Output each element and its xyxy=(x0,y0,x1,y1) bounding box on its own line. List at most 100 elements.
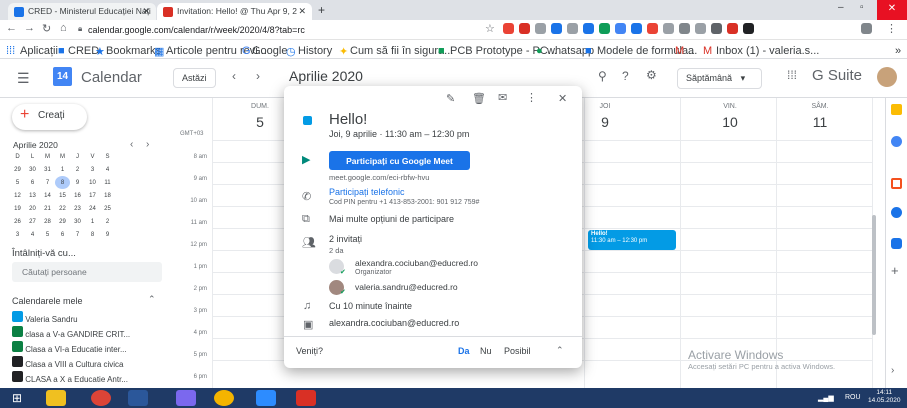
expand-panel-icon[interactable]: › xyxy=(891,365,894,376)
main-menu-icon[interactable]: ☰ xyxy=(17,70,30,87)
bookmark[interactable]: History xyxy=(298,45,332,57)
close-tab-icon[interactable]: ✕ xyxy=(142,6,150,17)
wifi-icon[interactable]: ▂▄▆ xyxy=(818,394,834,402)
tab-cred[interactable]: CRED - Ministerul Educației Nați ✕ xyxy=(8,3,156,20)
bookmark[interactable]: Google xyxy=(252,45,287,57)
taskbar-clock[interactable]: 14:11 14.05.2020 xyxy=(868,389,901,405)
app-icon[interactable] xyxy=(176,390,196,406)
extension-icon[interactable] xyxy=(535,23,546,34)
today-button[interactable]: Astăzi xyxy=(173,68,216,88)
new-tab-icon[interactable]: + xyxy=(318,3,325,17)
extension-icon[interactable] xyxy=(727,23,738,34)
calendar-list-item[interactable]: Clasa a VI-a Educatie inter... xyxy=(12,341,172,356)
bookmark[interactable]: Bookmarks xyxy=(106,45,161,57)
reload-icon[interactable]: ↻ xyxy=(42,22,51,35)
extension-icon[interactable] xyxy=(663,23,674,34)
extension-icon[interactable] xyxy=(695,23,706,34)
url-field[interactable]: calendar.google.com/calendar/r/week/2020… xyxy=(88,23,448,38)
chrome-icon[interactable] xyxy=(214,390,234,406)
minimize-icon[interactable]: – xyxy=(838,2,844,13)
chevron-up-icon[interactable]: ⌃ xyxy=(148,294,156,305)
browser-menu-icon[interactable]: ⋮ xyxy=(886,22,897,35)
extension-icon[interactable] xyxy=(711,23,722,34)
extension-icon[interactable] xyxy=(631,23,642,34)
file-explorer-icon[interactable] xyxy=(46,390,66,406)
checkbox-checked-icon[interactable] xyxy=(12,341,23,352)
star-icon[interactable]: ☆ xyxy=(485,22,495,35)
calendar-list-item[interactable]: Clasa a VIII a Cultura civica xyxy=(12,356,172,371)
edit-pencil-icon[interactable]: ✎ xyxy=(446,92,455,105)
settings-gear-icon[interactable]: ⚙ xyxy=(646,68,657,82)
chevron-up-icon[interactable]: ⌃ xyxy=(556,345,564,356)
extension-icon[interactable] xyxy=(583,23,594,34)
account-avatar[interactable] xyxy=(877,67,897,87)
extension-icon[interactable] xyxy=(647,23,658,34)
bookmark[interactable]: Inbox (1) - valeria.s... xyxy=(716,45,819,57)
calendar-list-item[interactable]: Valeria Sandru xyxy=(12,311,172,326)
extension-icon[interactable] xyxy=(519,23,530,34)
app-icon[interactable] xyxy=(296,390,316,406)
checkbox-checked-icon[interactable] xyxy=(12,326,23,337)
next-week-icon[interactable]: › xyxy=(256,69,260,83)
organizer-email[interactable]: alexandra.cociuban@educred.ro xyxy=(355,258,478,268)
rsvp-yes-button[interactable]: Da xyxy=(458,346,470,356)
addon-icon[interactable] xyxy=(891,238,902,249)
guest-email[interactable]: valeria.sandru@educred.ro xyxy=(355,282,458,292)
apps-icon[interactable]: ⁞⁞⁞ xyxy=(6,45,15,57)
calendar-addon-icon[interactable] xyxy=(891,178,902,189)
forward-icon[interactable]: → xyxy=(24,22,35,34)
profile-avatar-icon[interactable] xyxy=(861,23,872,34)
zoom-icon[interactable] xyxy=(256,390,276,406)
add-addon-icon[interactable]: + xyxy=(891,263,899,278)
apps-grid-icon[interactable]: ⁞⁞⁞ xyxy=(787,68,797,82)
word-icon[interactable] xyxy=(128,390,148,406)
checkbox-checked-icon[interactable] xyxy=(12,371,23,382)
more-options-icon[interactable]: ⋮ xyxy=(526,91,537,104)
day-header-number[interactable]: 5 xyxy=(240,114,280,130)
prev-week-icon[interactable]: ‹ xyxy=(232,69,236,83)
extension-icon[interactable] xyxy=(599,23,610,34)
back-icon[interactable]: ← xyxy=(6,22,17,34)
checkbox-checked-icon[interactable] xyxy=(12,356,23,367)
tasks-icon[interactable] xyxy=(891,136,902,147)
join-meet-button[interactable]: Participați cu Google Meet xyxy=(329,151,470,170)
help-icon[interactable]: ? xyxy=(622,69,629,83)
keep-icon[interactable] xyxy=(891,104,902,115)
day-header-number[interactable]: 9 xyxy=(585,114,625,130)
scrollbar[interactable] xyxy=(872,215,876,335)
extension-icon[interactable] xyxy=(503,23,514,34)
mini-prev-icon[interactable]: ‹ xyxy=(130,139,133,150)
language-indicator[interactable]: ROU xyxy=(845,394,861,401)
tab-invitation[interactable]: Invitation: Hello! @ Thu Apr 9, 2 ✕ xyxy=(157,3,312,20)
rsvp-maybe-button[interactable]: Posibil xyxy=(504,346,531,356)
bookmark[interactable]: a xyxy=(688,45,694,57)
extension-icon[interactable] xyxy=(615,23,626,34)
rsvp-no-button[interactable]: Nu xyxy=(480,346,492,356)
join-by-phone-link[interactable]: Participați telefonic xyxy=(329,187,405,197)
close-window-icon[interactable]: ✕ xyxy=(877,0,907,20)
view-select[interactable]: Săptămână ▾ xyxy=(677,68,762,89)
maximize-icon[interactable]: ▫ xyxy=(860,2,864,13)
more-bookmarks-icon[interactable]: » xyxy=(895,45,901,57)
extension-icon[interactable] xyxy=(567,23,578,34)
mini-next-icon[interactable]: › xyxy=(146,139,149,150)
bookmark[interactable]: Aplicații xyxy=(20,45,58,57)
mini-day-selected[interactable]: 8 xyxy=(55,176,70,189)
meet-link[interactable]: meet.google.com/eci-rbfw-hvu xyxy=(329,173,429,182)
extension-icon[interactable] xyxy=(551,23,562,34)
more-join-options[interactable]: Mai multe opțiuni de participare xyxy=(329,214,454,224)
extension-icon[interactable] xyxy=(679,23,690,34)
close-popup-icon[interactable]: ✕ xyxy=(558,92,567,105)
home-icon[interactable]: ⌂ xyxy=(60,22,67,34)
day-header-number[interactable]: 11 xyxy=(800,114,840,130)
search-icon[interactable]: ⚲ xyxy=(598,69,607,83)
windows-start-icon[interactable]: ⊞ xyxy=(12,391,22,405)
extension-icon[interactable] xyxy=(743,23,754,34)
checkbox-checked-icon[interactable] xyxy=(12,311,23,322)
calendar-list-item[interactable]: clasa a V-a GANDIRE CRIT... xyxy=(12,326,172,341)
day-header-number[interactable]: 10 xyxy=(710,114,750,130)
delete-trash-icon[interactable]: 🗑︎ xyxy=(472,92,486,105)
calendar-list-item[interactable]: CLASA a X a Educatie Antr... xyxy=(12,371,172,386)
addon-icon[interactable] xyxy=(891,207,902,218)
close-tab-icon[interactable]: ✕ xyxy=(298,6,306,17)
